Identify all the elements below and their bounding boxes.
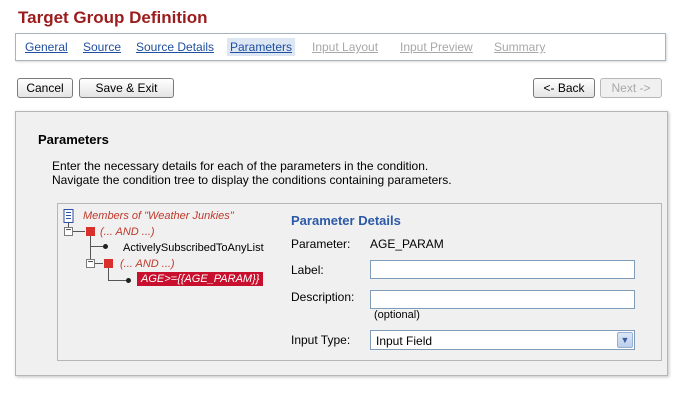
- tree-root-label[interactable]: Members of "Weather Junkies": [83, 210, 234, 222]
- panel-title: Parameters: [38, 132, 109, 147]
- panel-description-line1: Enter the necessary details for each of …: [52, 159, 429, 173]
- document-icon: [63, 209, 74, 223]
- leaf-node-icon: [103, 244, 108, 249]
- panel-description-line2: Navigate the condition tree to display t…: [52, 173, 452, 187]
- back-button[interactable]: <- Back: [533, 78, 595, 98]
- tab-input-layout: Input Layout: [312, 40, 379, 54]
- tree-connector: [95, 263, 103, 264]
- description-input[interactable]: [370, 290, 635, 309]
- tab-source[interactable]: Source: [83, 40, 121, 54]
- input-type-select[interactable]: Input Field ▼: [370, 330, 635, 350]
- leaf-node-icon: [126, 278, 131, 283]
- condition-group-icon: [86, 227, 95, 236]
- tab-input-preview: Input Preview: [400, 40, 473, 54]
- parameter-value: AGE_PARAM: [370, 237, 444, 251]
- collapse-icon[interactable]: −: [64, 226, 73, 236]
- tab-parameters[interactable]: Parameters: [227, 38, 296, 56]
- description-field-label: Description:: [291, 290, 355, 304]
- label-input[interactable]: [370, 260, 635, 279]
- next-button: Next ->: [600, 78, 662, 98]
- tree-selected-condition[interactable]: AGE>={{AGE_PARAM}}: [137, 272, 264, 286]
- condition-group-icon: [104, 259, 113, 268]
- parameter-label: Parameter:: [291, 237, 351, 251]
- tree-leaf-condition[interactable]: ActivelySubscribedToAnyList: [123, 242, 264, 254]
- tab-summary: Summary: [494, 40, 546, 54]
- tree-and-group-2[interactable]: (... AND ...): [120, 258, 175, 270]
- tab-general[interactable]: General: [25, 40, 68, 54]
- tree-and-group-1[interactable]: (... AND ...): [100, 226, 155, 238]
- chevron-down-icon[interactable]: ▼: [617, 332, 633, 348]
- tree-connector: [108, 268, 109, 280]
- page-title: Target Group Definition: [18, 8, 208, 27]
- save-exit-button[interactable]: Save & Exit: [79, 78, 174, 98]
- input-type-label: Input Type:: [291, 333, 351, 347]
- description-optional-hint: (optional): [374, 309, 420, 321]
- tree-connector: [90, 246, 104, 247]
- tree-connector: [108, 280, 128, 281]
- input-type-selected-value: Input Field: [376, 334, 433, 348]
- parameter-details-title: Parameter Details: [291, 213, 401, 228]
- tab-source-details[interactable]: Source Details: [136, 40, 214, 54]
- cancel-button[interactable]: Cancel: [17, 78, 73, 98]
- label-field-label: Label:: [291, 263, 324, 277]
- tree-connector: [73, 231, 85, 232]
- collapse-icon[interactable]: −: [86, 258, 95, 268]
- wizard-tab-bar: General Source Source Details Parameters…: [15, 33, 666, 61]
